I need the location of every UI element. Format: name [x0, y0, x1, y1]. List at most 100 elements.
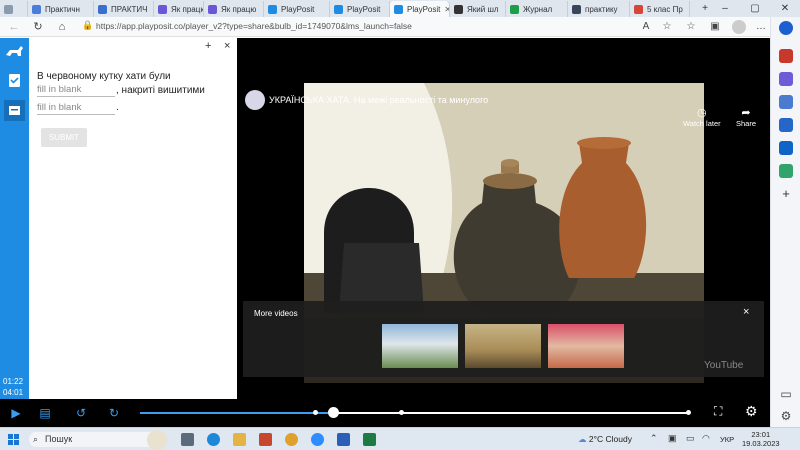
favorites-icon[interactable]: ☆: [684, 20, 698, 34]
language-indicator[interactable]: УКР: [720, 435, 734, 444]
clock-date: 19.03.2023: [742, 439, 780, 448]
windows-start-icon[interactable]: [8, 434, 19, 445]
lock-icon[interactable]: 🔒: [82, 20, 93, 33]
progress-fill: [140, 412, 333, 414]
video-thumbnail[interactable]: [548, 324, 624, 368]
tab-label: практику: [585, 4, 618, 14]
back-button[interactable]: ←: [6, 19, 22, 35]
question-text-part2: , накриті вишитими: [116, 85, 205, 96]
word-icon[interactable]: [337, 433, 350, 446]
question-list-icon[interactable]: ▤: [36, 404, 54, 422]
tab-favicon: [334, 4, 343, 14]
forward-icon[interactable]: ↻: [105, 404, 123, 422]
tab-label: PlayPosit: [407, 4, 441, 14]
browser-tab[interactable]: ПРАКТИЧ: [94, 1, 154, 17]
channel-avatar-icon[interactable]: [245, 90, 265, 110]
tab-label: ПРАКТИЧ: [111, 4, 148, 14]
tab-actions[interactable]: [0, 1, 28, 17]
browser-tab[interactable]: PlayPosit: [264, 1, 330, 17]
question-marker[interactable]: [686, 410, 691, 415]
tray-chevron-icon[interactable]: ⌃: [650, 433, 663, 446]
add-icon[interactable]: +: [779, 187, 793, 201]
question-marker[interactable]: [399, 410, 404, 415]
browser-tab[interactable]: Практичн: [28, 1, 94, 17]
shopping-tag-icon[interactable]: [779, 49, 793, 63]
settings-gear-icon[interactable]: ⚙: [745, 403, 758, 420]
progress-track[interactable]: [140, 412, 690, 414]
task-view-icon[interactable]: [181, 433, 194, 446]
video-thumbnail[interactable]: [465, 324, 541, 368]
edge-icon[interactable]: [207, 433, 220, 446]
file-explorer-icon[interactable]: [233, 433, 246, 446]
powerpoint-icon[interactable]: [259, 433, 272, 446]
browser-tab[interactable]: PlayPosit: [330, 1, 390, 17]
fill-in-blank-input-2[interactable]: fill in blank: [37, 102, 115, 115]
close-panel-button[interactable]: ×: [224, 40, 230, 52]
more-videos-label: More videos: [254, 309, 298, 318]
read-aloud-icon[interactable]: A: [639, 20, 653, 34]
close-window-button[interactable]: ✕: [770, 0, 800, 17]
submit-button[interactable]: SUBMIT: [41, 128, 87, 147]
owl-widget-icon[interactable]: [147, 430, 167, 450]
home-button[interactable]: ⌂: [54, 19, 70, 35]
fullscreen-icon[interactable]: ⛶: [714, 404, 722, 419]
weather-widget[interactable]: ☁ 2°C Cloudy: [578, 434, 632, 445]
taskbar-search[interactable]: ⌕ Пошук: [29, 432, 159, 447]
youtube-logo[interactable]: YouTube: [704, 360, 743, 371]
browser-tab[interactable]: Як працю: [204, 1, 264, 17]
more-videos-close-button[interactable]: ×: [743, 306, 749, 318]
bulb-check-icon[interactable]: [4, 70, 25, 91]
question-marker[interactable]: [313, 410, 318, 415]
tab-label: PlayPosit: [347, 4, 381, 14]
drop-icon[interactable]: [779, 164, 793, 178]
browser-tab[interactable]: Журнал: [506, 1, 568, 17]
video-title[interactable]: УКРАЇНСЬКА ХАТА. На межі реальності та м…: [269, 95, 488, 105]
wifi-icon[interactable]: ◠: [702, 433, 715, 446]
system-clock[interactable]: 23:01 19.03.2023: [742, 430, 780, 448]
logo-dog-icon: [6, 46, 23, 56]
profile-avatar-icon[interactable]: [732, 20, 746, 34]
minimize-button[interactable]: –: [710, 0, 740, 17]
tab-favicon: [454, 4, 463, 14]
games-icon[interactable]: [779, 95, 793, 109]
excel-icon[interactable]: [363, 433, 376, 446]
question-panel: + × В червоному кутку хати були fill in …: [29, 38, 237, 399]
bing-icon[interactable]: [779, 21, 793, 35]
watch-later-button[interactable]: ◷ Watch later: [683, 106, 721, 128]
collections-icon[interactable]: ▣: [708, 20, 722, 34]
browser-tab[interactable]: Як працю: [154, 1, 204, 17]
tab-label: Як працю: [221, 4, 257, 14]
rewind-icon[interactable]: ↺: [72, 404, 90, 422]
outlook-icon[interactable]: [779, 141, 793, 155]
zoom-icon[interactable]: [311, 433, 324, 446]
tab-favicon: [158, 4, 167, 14]
chrome-icon[interactable]: [285, 433, 298, 446]
video-area[interactable]: УКРАЇНСЬКА ХАТА. На межі реальності та м…: [237, 38, 770, 399]
share-arrow-icon: ➦: [741, 107, 751, 119]
sidebar-layout-icon[interactable]: ▭: [779, 387, 793, 401]
browser-tab[interactable]: 5 клас Пр: [630, 1, 690, 17]
office-icon[interactable]: [779, 118, 793, 132]
battery-icon[interactable]: ▭: [686, 433, 699, 446]
total-time: 04:01: [3, 388, 24, 397]
browser-tab-active[interactable]: PlayPosit✕: [390, 1, 450, 17]
browser-tab[interactable]: практику: [568, 1, 630, 17]
refresh-button[interactable]: ↻: [30, 19, 46, 35]
browser-tab[interactable]: Який шл: [450, 1, 506, 17]
progress-thumb[interactable]: [327, 407, 339, 418]
tray-app-icon[interactable]: ▣: [668, 433, 681, 446]
maximize-button[interactable]: ▢: [740, 0, 770, 17]
expand-button[interactable]: +: [205, 40, 211, 52]
question-panel-icon[interactable]: [4, 100, 25, 121]
playposit-logo-icon: [4, 42, 25, 63]
tools-icon[interactable]: [779, 72, 793, 86]
share-button[interactable]: ➦ Share: [736, 106, 756, 128]
video-thumbnail[interactable]: [382, 324, 458, 368]
sidebar-settings-icon[interactable]: ⚙: [779, 409, 793, 423]
favorite-star-icon[interactable]: ☆: [660, 20, 674, 34]
url-field[interactable]: https://app.playposit.co/player_v2?type=…: [96, 21, 412, 31]
fill-in-blank-input-1[interactable]: fill in blank: [37, 84, 115, 97]
watch-later-label: Watch later: [683, 119, 721, 128]
play-button[interactable]: ▶: [7, 404, 25, 422]
more-menu-icon[interactable]: …: [754, 20, 768, 34]
